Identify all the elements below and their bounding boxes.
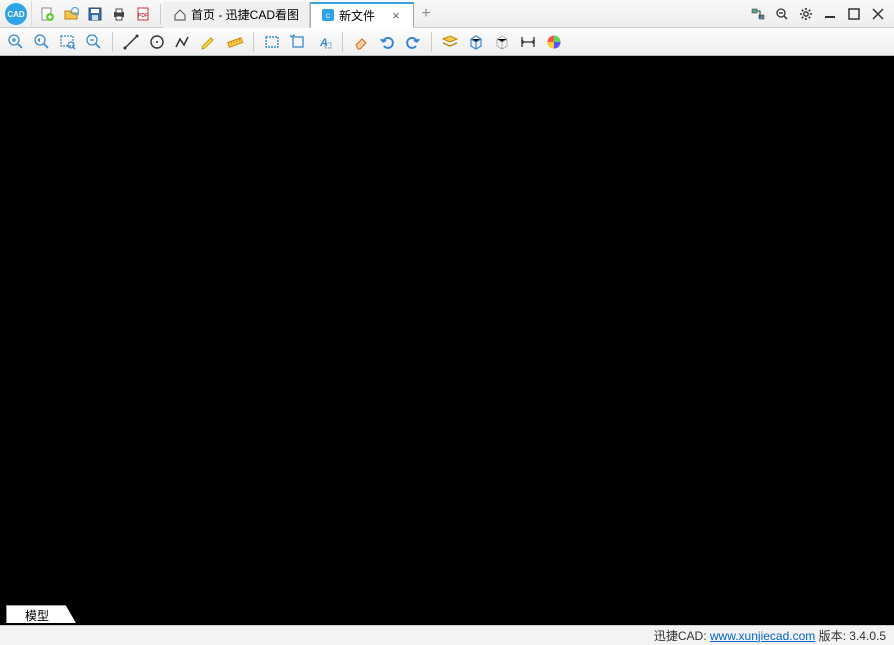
- undo-button[interactable]: [377, 32, 397, 52]
- zoom-in-tool[interactable]: [6, 32, 26, 52]
- svg-text:A: A: [319, 37, 328, 49]
- line-tool[interactable]: [121, 32, 141, 52]
- tab-newfile[interactable]: C 新文件 ×: [310, 2, 414, 28]
- model-tab[interactable]: 模型: [6, 605, 76, 623]
- website-link[interactable]: www.xunjiecad.com: [710, 629, 815, 643]
- zoom-out-tool[interactable]: [84, 32, 104, 52]
- window-controls: [742, 6, 894, 22]
- print-button[interactable]: [110, 5, 128, 23]
- tab-label: 新文件: [339, 7, 375, 24]
- svg-text:CAD: CAD: [7, 10, 25, 19]
- zoom-fit-tool[interactable]: [32, 32, 52, 52]
- close-button[interactable]: [870, 6, 886, 22]
- app-logo[interactable]: CAD: [0, 0, 32, 28]
- separator: [112, 32, 113, 52]
- new-tab-button[interactable]: +: [414, 5, 438, 23]
- separator: [342, 32, 343, 52]
- rectangle-tool[interactable]: [262, 32, 282, 52]
- tab-home[interactable]: 首页 - 迅捷CAD看图: [163, 2, 310, 28]
- quick-access-toolbar: PDF: [32, 5, 158, 23]
- measure-tool[interactable]: [225, 32, 245, 52]
- status-bar: 迅捷CAD: www.xunjiecad.com 版本: 3.4.0.5: [0, 625, 894, 645]
- erase-tool[interactable]: [351, 32, 371, 52]
- 3d-box-tool[interactable]: [466, 32, 486, 52]
- export-pdf-button[interactable]: PDF: [134, 5, 152, 23]
- cad-file-icon: C: [321, 8, 335, 22]
- redo-button[interactable]: [403, 32, 423, 52]
- highlight-tool[interactable]: [199, 32, 219, 52]
- home-icon: [173, 8, 187, 22]
- text-tool[interactable]: A: [314, 32, 334, 52]
- settings-button[interactable]: [798, 6, 814, 22]
- open-file-button[interactable]: [62, 5, 80, 23]
- separator: [253, 32, 254, 52]
- main-toolbar: A: [0, 28, 894, 56]
- drawing-canvas[interactable]: [0, 56, 894, 625]
- tab-close-button[interactable]: ×: [389, 8, 403, 22]
- model-tabs: 模型: [6, 605, 76, 625]
- maximize-button[interactable]: [846, 6, 862, 22]
- polyline-tool[interactable]: [173, 32, 193, 52]
- zoom-out-icon[interactable]: [774, 6, 790, 22]
- tab-strip: 首页 - 迅捷CAD看图 C 新文件 × +: [163, 0, 742, 27]
- circle-tool[interactable]: [147, 32, 167, 52]
- new-file-button[interactable]: [38, 5, 56, 23]
- version-number: 3.4.0.5: [849, 629, 886, 643]
- minimize-button[interactable]: [822, 6, 838, 22]
- 3d-wireframe-tool[interactable]: [492, 32, 512, 52]
- tab-label: 首页 - 迅捷CAD看图: [191, 6, 299, 23]
- svg-text:PDF: PDF: [138, 13, 148, 19]
- zoom-window-tool[interactable]: [58, 32, 78, 52]
- color-wheel-tool[interactable]: [544, 32, 564, 52]
- separator: [160, 4, 161, 24]
- separator: [431, 32, 432, 52]
- layers-tool[interactable]: [440, 32, 460, 52]
- svg-text:C: C: [326, 14, 331, 20]
- save-button[interactable]: [86, 5, 104, 23]
- dimension-tool[interactable]: [518, 32, 538, 52]
- status-brand: 迅捷CAD:: [654, 627, 707, 644]
- title-bar: CAD PDF 首页 - 迅捷CAD看图 C 新文件: [0, 0, 894, 28]
- network-icon[interactable]: [750, 6, 766, 22]
- version-label: 版本:: [819, 627, 846, 644]
- rotate-tool[interactable]: [288, 32, 308, 52]
- model-tab-label: 模型: [25, 609, 49, 623]
